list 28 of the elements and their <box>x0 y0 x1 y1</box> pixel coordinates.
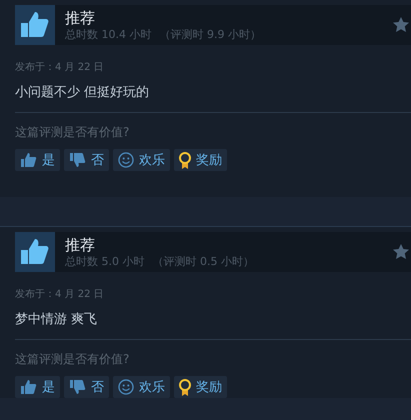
review-playtime-text: （评测时 9.9 小时） <box>160 28 261 41</box>
thumbs-down-icon <box>69 152 86 168</box>
award-ribbon-icon <box>179 152 191 168</box>
review-verdict: 推荐 <box>65 235 96 255</box>
helpful-question: 这篇评测是否有价值? <box>15 351 130 367</box>
thumbs-down-icon <box>69 379 86 395</box>
no-button[interactable]: 否 <box>64 149 109 171</box>
review-verdict: 推荐 <box>65 8 96 28</box>
yes-button[interactable]: 是 <box>15 376 60 398</box>
thumbs-up-icon <box>20 379 37 395</box>
award-button[interactable]: 奖励 <box>174 376 227 398</box>
helpful-question: 这篇评测是否有价值? <box>15 124 130 140</box>
funny-button[interactable]: 欢乐 <box>113 149 170 171</box>
review-text: 小问题不少 但挺好玩的 <box>15 84 150 102</box>
award-ribbon-icon <box>179 378 191 396</box>
post-date: 发布于：4 月 22 日 <box>15 62 105 74</box>
smiley-icon <box>118 152 134 168</box>
review-playtime-text: （评测时 0.5 小时） <box>152 255 254 268</box>
funny-button[interactable]: 欢乐 <box>113 376 170 398</box>
thumbs-up-icon <box>20 152 37 168</box>
review-text: 梦中情游 爽飞 <box>15 311 98 329</box>
yes-button[interactable]: 是 <box>15 149 60 171</box>
award-button[interactable]: 奖励 <box>174 149 227 171</box>
playtime-text: 总时数 10.4 小时 <box>65 28 152 41</box>
post-date: 发布于：4 月 22 日 <box>15 289 105 301</box>
playtime-text: 总时数 5.0 小时 <box>65 255 144 268</box>
smiley-icon <box>118 379 134 395</box>
no-button[interactable]: 否 <box>64 376 109 398</box>
